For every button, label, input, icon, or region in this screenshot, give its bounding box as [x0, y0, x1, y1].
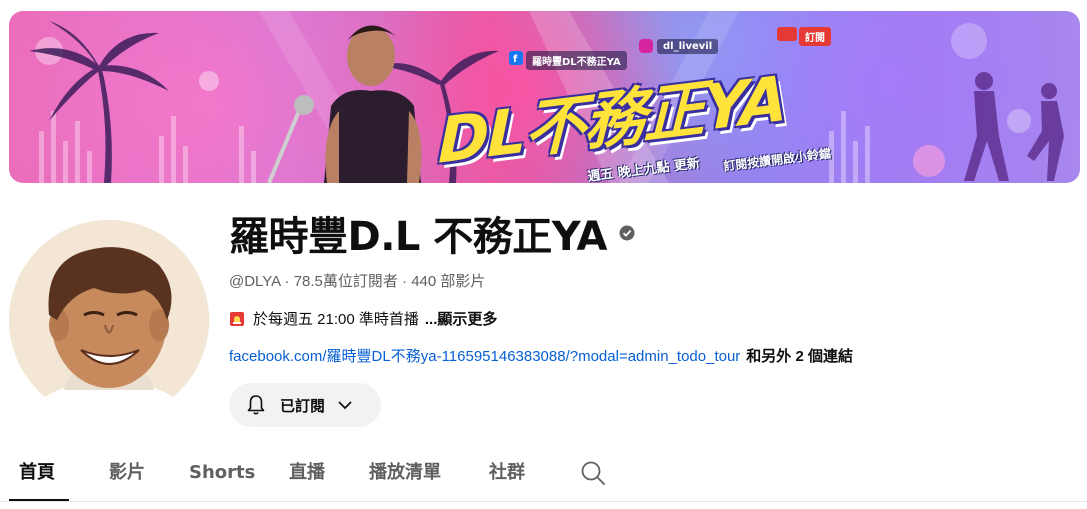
- tab-community[interactable]: 社群: [489, 448, 525, 500]
- channel-description[interactable]: 於每週五 21:00 準時首播 ...顯示更多: [229, 308, 497, 329]
- tab-home[interactable]: 首頁: [19, 448, 55, 500]
- channel-title: 羅時豐D.L 不務正YA: [229, 214, 607, 260]
- channel-avatar[interactable]: [9, 220, 209, 420]
- subscribed-button[interactable]: 已訂閱: [229, 383, 381, 427]
- channel-banner: f 羅時豐DL不務正YA dl_livevil 訂閱 DL不務正YA 週五 晚上…: [9, 11, 1080, 183]
- more-links-link[interactable]: 和另外 2 個連結: [746, 348, 853, 365]
- channel-page: f 羅時豐DL不務正YA dl_livevil 訂閱 DL不務正YA 週五 晚上…: [0, 0, 1087, 509]
- avatar-portrait: [9, 220, 209, 420]
- channel-title-row: 羅時豐D.L 不務正YA: [229, 205, 635, 261]
- tab-live[interactable]: 直播: [289, 448, 325, 500]
- description-text: 於每週五 21:00 準時首播: [253, 311, 419, 328]
- singer-figure: [324, 25, 422, 183]
- banner-facebook-label: 羅時豐DL不務正YA: [526, 51, 627, 70]
- banner-subscribe-badge: 訂閱: [799, 27, 831, 46]
- show-more-link[interactable]: ...顯示更多: [425, 308, 498, 329]
- verified-badge-icon: [619, 225, 635, 241]
- banner-instagram-label: dl_livevil: [657, 39, 719, 54]
- microphone-graphic: [267, 95, 314, 183]
- subscribed-label: 已訂閱: [280, 396, 326, 415]
- svg-text:f: f: [513, 54, 518, 65]
- tab-playlists[interactable]: 播放清單: [369, 448, 441, 500]
- tabs-divider: [0, 501, 1087, 502]
- chevron-down-icon: [335, 395, 355, 415]
- tab-videos[interactable]: 影片: [109, 448, 145, 500]
- bell-icon: [244, 393, 268, 417]
- search-icon[interactable]: [580, 460, 606, 486]
- channel-links: facebook.com/羅時豐DL不務ya-116595146383088/?…: [229, 345, 853, 366]
- tab-shorts[interactable]: Shorts: [189, 448, 255, 500]
- channel-tabs: 首頁 影片 Shorts 直播 播放清單 社群: [0, 448, 1087, 502]
- siren-icon: [229, 311, 245, 327]
- facebook-link[interactable]: facebook.com/羅時豐DL不務ya-116595146383088/?…: [229, 348, 740, 365]
- channel-meta: @DLYA · 78.5萬位訂閱者 · 440 部影片: [229, 273, 486, 290]
